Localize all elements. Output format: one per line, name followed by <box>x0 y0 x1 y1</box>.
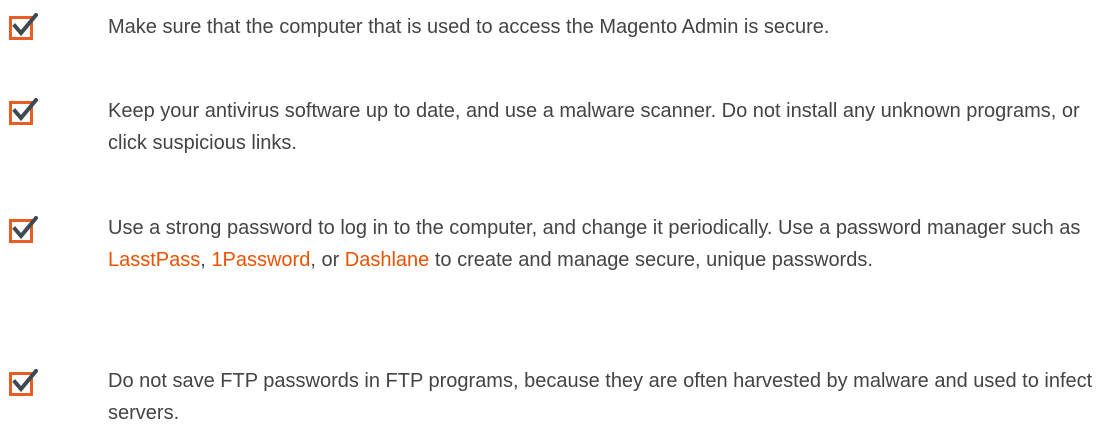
dashlane-link[interactable]: Dashlane <box>345 249 430 271</box>
text-separator: , <box>200 249 212 271</box>
text-separator: , or <box>310 249 345 271</box>
lastpass-link[interactable]: LasstPass <box>108 249 200 271</box>
text-segment: Use a strong password to log in to the c… <box>108 217 1081 239</box>
text-segment: to create and manage secure, unique pass… <box>429 249 873 271</box>
1password-link[interactable]: 1Password <box>211 249 310 271</box>
checklist-item-text: Make sure that the computer that is used… <box>108 16 830 38</box>
checklist-item-text: Do not save FTP passwords in FTP program… <box>108 370 1093 424</box>
checkbox-checked-icon <box>9 98 38 125</box>
checklist-item-text: Use a strong password to log in to the c… <box>108 212 1098 276</box>
checklist-item-text: Keep your antivirus software up to date,… <box>108 100 1080 154</box>
security-checklist: Make sure that the computer that is used… <box>0 0 1109 424</box>
checkbox-checked-icon <box>9 369 38 396</box>
checkbox-checked-icon <box>9 13 38 40</box>
checkbox-checked-icon <box>9 216 38 243</box>
